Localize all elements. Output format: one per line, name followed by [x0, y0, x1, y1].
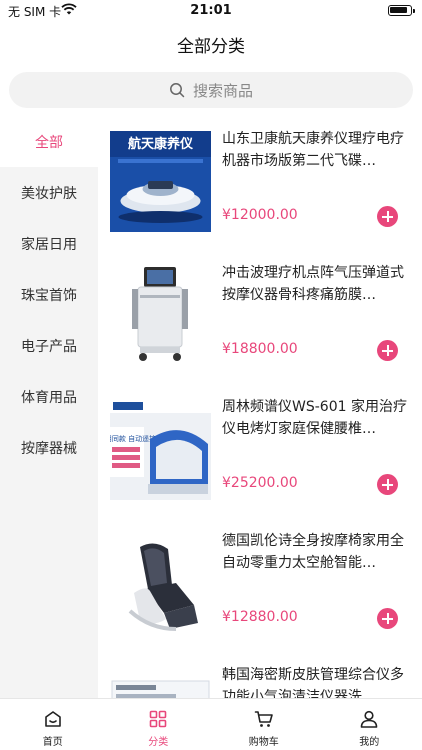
tab-profile[interactable]: 我的 — [317, 699, 422, 750]
product-price: ¥12880.00 — [222, 609, 298, 625]
tab-category[interactable]: 分类 — [106, 699, 212, 750]
product-item[interactable]: 冲击波理疗机点阵气压弹道式按摩仪器骨科疼痛筋膜… ¥18800.00 — [98, 250, 422, 384]
battery-icon — [388, 5, 415, 16]
product-name[interactable]: 山东卫康航天康养仪理疗电疗机器市场版第二代飞碟… — [222, 128, 412, 172]
product-item[interactable]: 韩国海密斯皮肤管理综合仪多功能小气泡清洁仪器洗… — [98, 652, 422, 698]
product-image[interactable]: 航天康养仪 — [110, 131, 211, 232]
product-item[interactable]: 航天康养仪 山东卫康航天康养仪理疗电疗机器市场版第二代飞碟… ¥12000.00 — [98, 116, 422, 250]
sidebar-item-jewelry[interactable]: 珠宝首饰 — [0, 269, 98, 320]
tab-cart-label: 购物车 — [248, 737, 279, 748]
status-bar: 无 SIM 卡 21:01 — [0, 0, 422, 22]
product-item[interactable]: 德国凯伦诗全身按摩椅家用全自动零重力太空舱智能… ¥12880.00 — [98, 518, 422, 652]
product-list[interactable]: 航天康养仪 山东卫康航天康养仪理疗电疗机器市场版第二代飞碟… ¥12000.00 — [98, 116, 422, 698]
product-price: ¥12000.00 — [222, 207, 298, 223]
category-sidebar: 全部 美妆护肤 家居日用 珠宝首饰 电子产品 体育用品 按摩器械 — [0, 116, 98, 698]
product-item[interactable]: 医用同款 自动遥控 周林频谱仪WS-601 家用治疗仪电烤灯家庭保健腰椎… ¥2… — [98, 384, 422, 518]
sidebar-item-all[interactable]: 全部 — [0, 116, 98, 167]
tab-profile-label: 我的 — [359, 737, 380, 748]
add-to-cart-button[interactable] — [377, 474, 398, 495]
search-bar[interactable]: 搜索商品 — [9, 72, 413, 108]
sidebar-item-beauty[interactable]: 美妆护肤 — [0, 167, 98, 218]
product-image[interactable] — [110, 533, 211, 634]
clock: 21:01 — [190, 3, 232, 18]
add-to-cart-button[interactable] — [377, 206, 398, 227]
add-to-cart-button[interactable] — [377, 340, 398, 361]
user-icon — [360, 710, 378, 728]
product-name[interactable]: 德国凯伦诗全身按摩椅家用全自动零重力太空舱智能… — [222, 530, 412, 574]
product-name[interactable]: 周林频谱仪WS-601 家用治疗仪电烤灯家庭保健腰椎… — [222, 396, 412, 440]
product-image[interactable] — [110, 265, 211, 366]
product-image[interactable]: 医用同款 自动遥控 — [110, 399, 211, 500]
sidebar-item-electronics[interactable]: 电子产品 — [0, 320, 98, 371]
product-price: ¥18800.00 — [222, 341, 298, 357]
tab-home[interactable]: 首页 — [0, 699, 106, 750]
page-title: 全部分类 — [177, 37, 245, 57]
search-icon — [170, 83, 185, 98]
tab-category-label: 分类 — [148, 737, 169, 748]
home-icon — [44, 711, 61, 727]
sidebar-item-massage[interactable]: 按摩器械 — [0, 422, 98, 473]
search-placeholder: 搜索商品 — [192, 81, 253, 100]
product-name[interactable]: 冲击波理疗机点阵气压弹道式按摩仪器骨科疼痛筋膜… — [222, 262, 412, 306]
product-image-text: 航天康养仪 — [128, 136, 194, 152]
sidebar-item-household[interactable]: 家居日用 — [0, 218, 98, 269]
product-price: ¥25200.00 — [222, 475, 298, 491]
product-image-text: 医用同款 自动遥控 — [110, 434, 156, 443]
product-name[interactable]: 韩国海密斯皮肤管理综合仪多功能小气泡清洁仪器洗… — [222, 664, 412, 698]
cart-icon — [254, 711, 273, 727]
tab-cart[interactable]: 购物车 — [211, 699, 317, 750]
grid-icon — [149, 710, 167, 728]
bottom-tab-bar: 首页 分类 购物车 我的 — [0, 698, 422, 750]
add-to-cart-button[interactable] — [377, 608, 398, 629]
sidebar-item-sports[interactable]: 体育用品 — [0, 371, 98, 422]
tab-home-label: 首页 — [42, 737, 63, 748]
product-image[interactable] — [110, 667, 211, 698]
